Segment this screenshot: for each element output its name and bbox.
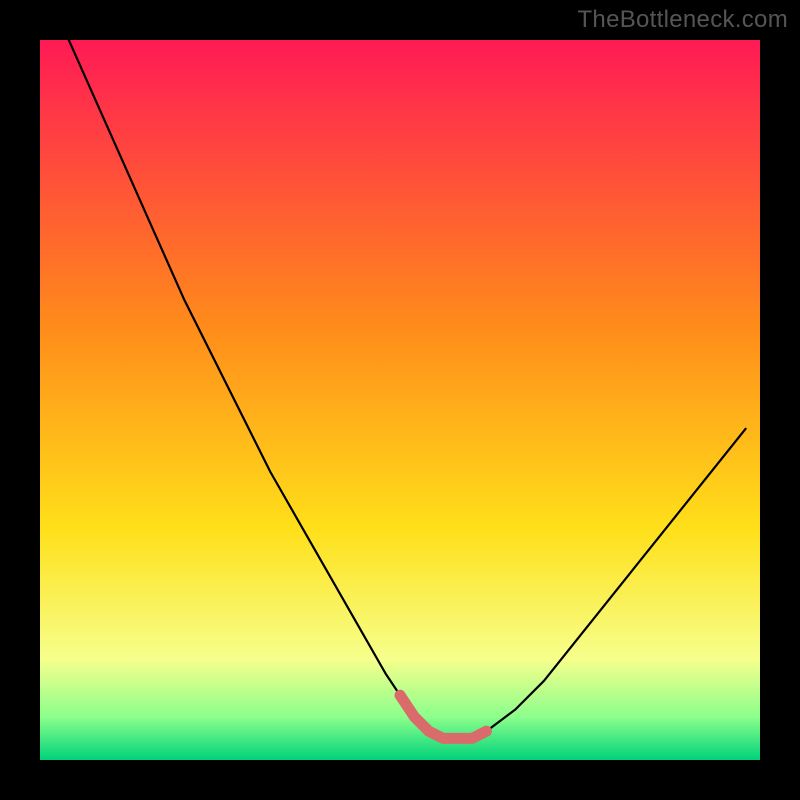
plot-area — [40, 40, 760, 760]
watermark-text: TheBottleneck.com — [577, 6, 788, 34]
gradient-background — [40, 40, 760, 760]
chart-frame: TheBottleneck.com — [0, 0, 800, 800]
bottleneck-chart — [40, 40, 760, 760]
